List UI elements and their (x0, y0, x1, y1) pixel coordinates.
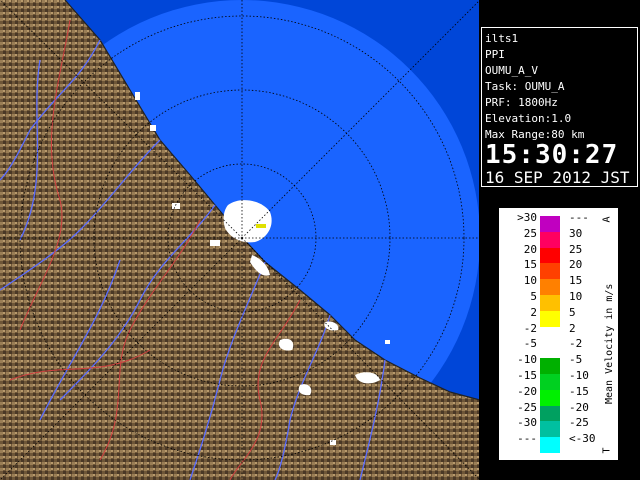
legend-left-label: >30 (517, 211, 537, 224)
legend-right-label: <-30 (569, 432, 596, 446)
legend-left-label: 10 (523, 274, 537, 288)
echo-yellow (256, 224, 266, 228)
legend-right-label: -25 (569, 416, 589, 430)
legend-swatch (540, 231, 560, 249)
legend-swatch (540, 389, 560, 407)
legend-left-label: -10 (517, 353, 537, 367)
legend-left-label: -2 (523, 321, 537, 335)
legend-swatch (540, 216, 560, 233)
legend-left-label: -25 (517, 400, 537, 414)
legend-right-label: -10 (569, 369, 589, 382)
legend-right-label: 25 (569, 242, 583, 256)
legend-swatch (540, 437, 560, 454)
radar-display: ilts1 PPI OUMU_A_V Task: OUMU_A PRF: 180… (0, 0, 640, 480)
legend-right-label: -2 (569, 337, 583, 351)
legend-right-label: 10 (569, 290, 583, 303)
legend-swatch (540, 342, 560, 359)
legend-swatch (540, 358, 560, 375)
legend-swatch (540, 374, 560, 391)
scan-date: 16 SEP 2012 JST (485, 168, 630, 187)
legend-right-label: 2 (569, 321, 576, 335)
scan-mode: PPI (485, 48, 505, 61)
prf-value: PRF: 1800Hz (485, 96, 558, 109)
legend-right-label: 30 (569, 226, 583, 240)
info-panel: ilts1 PPI OUMU_A_V Task: OUMU_A PRF: 180… (481, 27, 638, 187)
legend-right-label: -20 (569, 400, 589, 414)
scan-time: 15:30:27 (485, 140, 619, 170)
legend-swatch (540, 421, 560, 438)
legend-swatch (540, 247, 560, 264)
legend-bottom-mark: T (601, 447, 613, 454)
legend-right-label: 15 (569, 274, 583, 288)
legend-swatch (540, 310, 560, 328)
elevation-value: Elevation:1.0 (485, 112, 572, 125)
legend-right-label: -5 (569, 353, 583, 367)
legend-swatch (540, 326, 560, 343)
color-legend: >30 25 20 15 10 5 2 -2 -5 -10 -15 -20 -25 -30 --- --- 3… (499, 208, 618, 460)
legend-left-label: -20 (517, 384, 537, 398)
legend-swatch (540, 405, 560, 422)
legend-right-label: -15 (569, 384, 589, 398)
legend-left-label: -15 (517, 369, 537, 382)
legend-swatch (540, 279, 560, 296)
legend-left-label: 20 (523, 242, 537, 256)
legend-top-mark: A (601, 216, 613, 223)
legend-left-label: 25 (523, 226, 537, 240)
legend-left-label: -5 (523, 337, 537, 351)
legend-title: Mean Velocity in m/s (604, 283, 615, 404)
radar-map[interactable] (0, 0, 480, 480)
legend-left-label: --- (517, 432, 537, 446)
product-name: OUMU_A_V (485, 64, 538, 77)
legend-left-label: 2 (530, 305, 537, 319)
task-name: Task: OUMU_A (485, 80, 565, 93)
legend-right-label: 5 (569, 305, 576, 319)
legend-swatch (540, 263, 560, 280)
legend-right-label: --- (569, 211, 589, 224)
station-name: ilts1 (485, 32, 519, 45)
legend-swatch (540, 295, 560, 312)
legend-left-label: 5 (530, 290, 537, 303)
legend-left-label: 15 (523, 258, 537, 272)
legend-left-label: -30 (517, 416, 537, 430)
legend-right-label: 20 (569, 258, 583, 272)
